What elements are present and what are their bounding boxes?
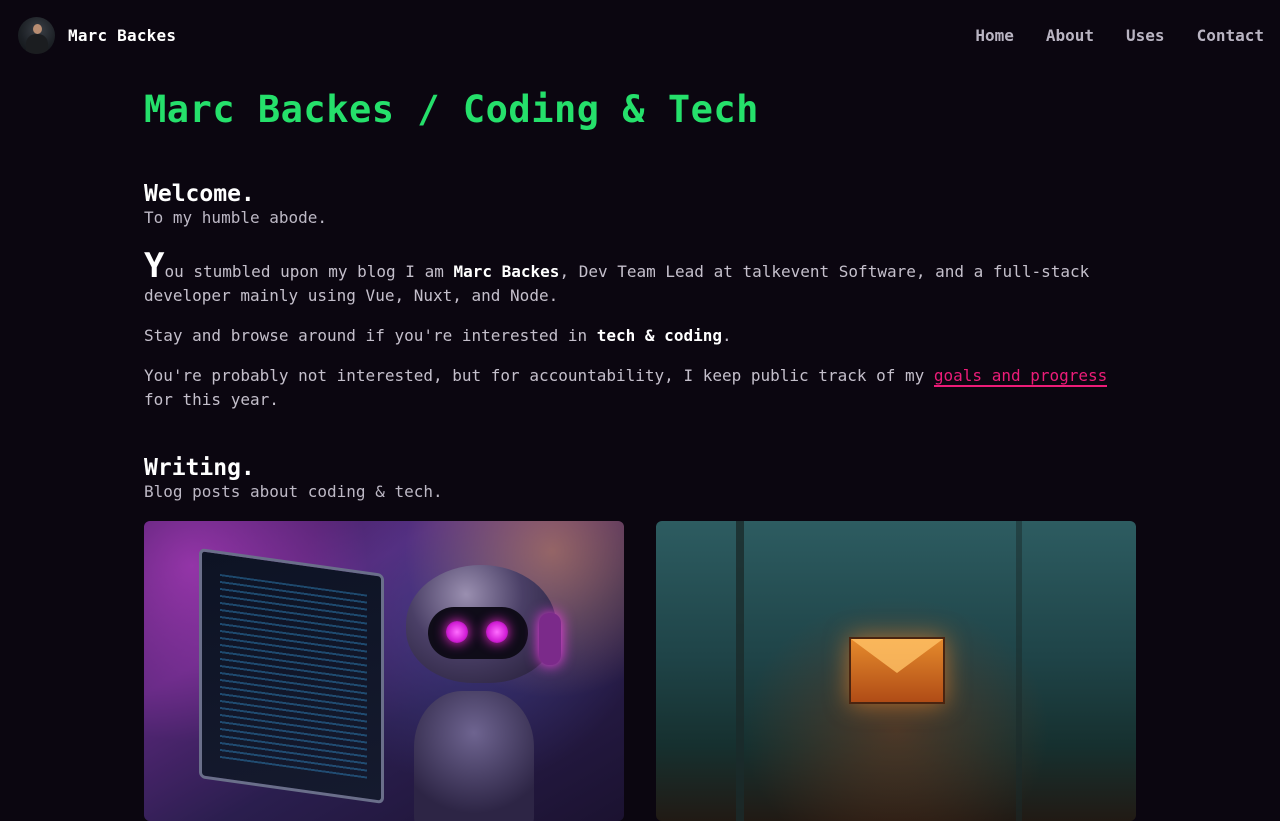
topic-highlight: tech & coding: [596, 326, 722, 345]
welcome-title: Welcome.: [144, 181, 255, 207]
page-title: Marc Backes / Coding & Tech: [144, 88, 759, 131]
brand-name: Marc Backes: [68, 25, 177, 45]
intro-text: You stumbled upon my blog I am Marc Back…: [144, 246, 1144, 412]
welcome-section: Welcome. To my humble abode. You stumble…: [144, 180, 1144, 412]
intro-paragraph-2: Stay and browse around if you're interes…: [144, 326, 732, 345]
brand-home-link[interactable]: Marc Backes: [18, 16, 177, 54]
nav-contact[interactable]: Contact: [1197, 26, 1264, 45]
main-content: Marc Backes / Coding & Tech Welcome. To …: [144, 82, 1144, 821]
nav-about[interactable]: About: [1046, 26, 1094, 45]
main-nav: Home About Uses Contact: [975, 26, 1264, 45]
intro-paragraph-1: You stumbled upon my blog I am Marc Back…: [144, 246, 1090, 305]
nav-home[interactable]: Home: [975, 26, 1014, 45]
author-name: Marc Backes: [453, 262, 560, 281]
writing-subtitle: Blog posts about coding & tech.: [144, 482, 443, 501]
nav-uses[interactable]: Uses: [1126, 26, 1165, 45]
site-header: Marc Backes Home About Uses Contact: [0, 0, 1280, 70]
robot-body-illustration: [414, 691, 534, 821]
goals-link[interactable]: goals and progress: [933, 366, 1108, 387]
laptop-illustration: [199, 548, 384, 804]
envelope-illustration: [849, 637, 945, 704]
post-cards: [144, 521, 1144, 821]
writing-title: Writing.: [144, 455, 255, 481]
post-card-envelope-image[interactable]: [656, 521, 1136, 821]
avatar: [18, 16, 55, 54]
post-card-robot-image[interactable]: [144, 521, 624, 821]
writing-section: Writing. Blog posts about coding & tech.: [144, 454, 1144, 821]
dropcap: Y: [144, 246, 165, 286]
intro-paragraph-3: You're probably not interested, but for …: [144, 366, 1108, 409]
welcome-subtitle: To my humble abode.: [144, 208, 328, 227]
robot-head-illustration: [406, 565, 556, 683]
